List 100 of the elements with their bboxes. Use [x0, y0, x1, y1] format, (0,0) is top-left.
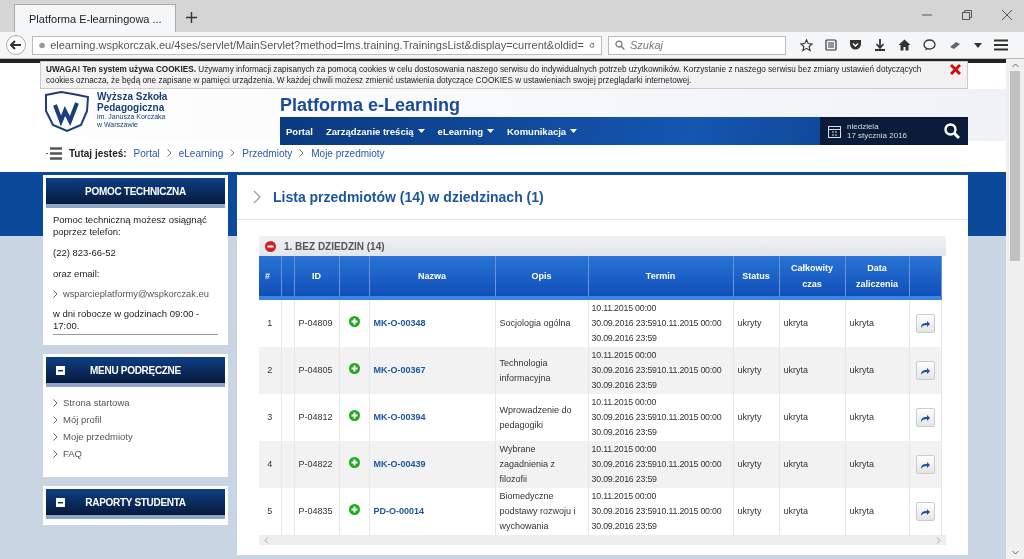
column-header: Status: [733, 256, 779, 298]
table-cell: 10.11.2015 00:00 30.09.2016 23:5910.11.2015 00:00 30.09.2016 23:59: [588, 441, 733, 488]
add-icon[interactable]: [348, 503, 360, 515]
search-field[interactable]: Szukaj: [608, 35, 786, 55]
chat-icon[interactable]: [923, 39, 936, 51]
restore-icon[interactable]: [962, 10, 972, 20]
nav-menu-item[interactable]: Portal: [286, 125, 313, 137]
table-cell: 10.11.2015 00:00 30.09.2016 23:5910.11.2015 00:00 30.09.2016 23:59: [588, 347, 733, 394]
close-icon[interactable]: [950, 64, 961, 75]
add-icon[interactable]: [348, 362, 360, 374]
table-cell: 2: [259, 347, 281, 394]
pocket-icon[interactable]: [849, 39, 862, 51]
chevron-icon: [299, 149, 305, 157]
download-icon[interactable]: [874, 39, 886, 51]
arrow-icon: [920, 413, 930, 422]
search-input[interactable]: Szukaj: [629, 39, 779, 51]
column-header: Nazwa: [369, 256, 495, 298]
add-icon[interactable]: [348, 456, 360, 468]
menu-icon[interactable]: [994, 39, 1008, 51]
table-cell: Technologia informacyjna: [495, 347, 588, 394]
breadcrumb-link[interactable]: Moje przedmioty: [311, 147, 385, 159]
nav-menu-item[interactable]: Komunikacja: [507, 125, 578, 137]
table-cell: ukryta: [845, 347, 909, 394]
column-header: #: [259, 256, 281, 298]
chevron-icon: [53, 290, 58, 298]
vertical-scrollbar[interactable]: [1006, 59, 1024, 559]
help-text: oraz email:: [53, 268, 101, 280]
reading-list-icon[interactable]: [825, 39, 837, 51]
table-cell: ukryty: [733, 441, 779, 488]
panel-title: RAPORTY STUDENTA: [85, 496, 186, 508]
logo-icon: [43, 91, 91, 133]
close-icon[interactable]: [1002, 10, 1012, 20]
star-icon[interactable]: [800, 38, 813, 52]
new-tab-icon[interactable]: [186, 12, 197, 23]
collapse-icon[interactable]: [56, 366, 65, 375]
sidebar-link[interactable]: Mój profil: [63, 414, 102, 425]
open-button[interactable]: [915, 502, 935, 521]
course-link[interactable]: MK-O-00367: [373, 365, 426, 375]
back-icon[interactable]: [6, 35, 26, 55]
open-button[interactable]: [915, 361, 935, 380]
breadcrumb-link[interactable]: Przedmioty: [242, 147, 293, 159]
tab-title: Platforma E-learningowa ...: [29, 12, 162, 25]
sidebar-link[interactable]: Strona startowa: [63, 397, 130, 408]
sidebar-link[interactable]: Moje przedmioty: [63, 431, 133, 442]
nav-menu-item[interactable]: eLearning: [437, 125, 494, 137]
add-icon[interactable]: [348, 409, 360, 421]
breadcrumb-link[interactable]: eLearning: [178, 147, 224, 159]
logo-text: Pedagogiczna: [97, 102, 165, 113]
column-header: Termin: [588, 256, 733, 298]
sidebar-link[interactable]: FAQ: [63, 448, 82, 459]
help-text: w dni robocze w godzinach 09:00 - 17:00.: [53, 308, 201, 332]
search-icon[interactable]: [944, 123, 960, 139]
course-link[interactable]: MK-O-00348: [373, 318, 426, 328]
group-title: 1. BEZ DZIEDZIN (14): [284, 240, 385, 252]
table-cell: ukryty: [733, 347, 779, 394]
column-header: Całkowity czas: [779, 256, 845, 298]
table-cell: 4: [259, 441, 281, 488]
sidebar-link[interactable]: wsparcieplatformy@wspkorczak.eu: [63, 289, 209, 299]
open-button[interactable]: [915, 455, 935, 474]
chevron-icon: [230, 149, 236, 157]
cookie-notice-text: UWAGA! Ten system używa COOKIES. Używamy informacji zapisanych za pomocą cookies w celu dostosowania naszego serwisu do indywidualnych potrzeb użytkowników. Korzystanie z naszego serwisu bez zmiany ustawień dotyczących cookies oznacza, że będą one zapisane w pamięci urządzenia. W każdej chwili możesz zmienić ustawienia dotyczące COOKIES w ustawieniach swojej przeglądarki internetowej.: [46, 64, 923, 86]
table-cell: ukryta: [845, 441, 909, 488]
table-cell: ukryta: [779, 347, 845, 394]
nav-menu-item[interactable]: Zarządzanie treścią: [325, 125, 425, 137]
help-text: (22) 823-66-52: [53, 247, 117, 259]
table-cell: Wybrane zagadnienia z filozofii: [495, 441, 588, 488]
open-button[interactable]: [915, 314, 935, 333]
chevron-icon: [166, 149, 172, 157]
list-icon: [46, 146, 62, 160]
course-link[interactable]: PD-O-00014: [373, 506, 425, 516]
panel-title: POMOC TECHNICZNA: [85, 185, 186, 197]
collapse-icon[interactable]: [56, 498, 65, 507]
table-cell: ukryta: [779, 441, 845, 488]
table-cell: P-04805: [294, 347, 339, 394]
column-header: Data zaliczenia: [845, 256, 909, 298]
arrow-icon: [920, 366, 930, 375]
caret-icon: [417, 129, 425, 133]
dropdown-icon[interactable]: [974, 42, 982, 48]
home-icon[interactable]: [898, 39, 911, 51]
column-header: ID: [294, 256, 339, 298]
page-title: Lista przedmiotów (14) w dziedzinach (1): [273, 189, 544, 205]
logo-text: Wyższa Szkoła: [97, 91, 168, 102]
scrollbar-thumb[interactable]: [1010, 71, 1020, 261]
add-icon[interactable]: [348, 315, 360, 327]
open-button[interactable]: [915, 408, 935, 427]
help-text: Pomoc techniczną możesz osiągnąć poprzez telefon:: [53, 214, 208, 238]
column-header: Opis: [495, 256, 588, 298]
arrow-icon: [920, 460, 930, 469]
panel-title: MENU PODRĘCZNE: [90, 364, 181, 376]
caret-icon: [570, 129, 578, 133]
search-icon: [615, 40, 625, 50]
course-link[interactable]: MK-O-00394: [373, 412, 426, 422]
course-link[interactable]: MK-O-00439: [373, 459, 426, 469]
table-cell: P-04822: [294, 441, 339, 488]
breadcrumb-link[interactable]: Portal: [133, 147, 160, 159]
browser-tab[interactable]: Platforma E-learningowa ...: [14, 4, 176, 32]
day-text: niedziela: [847, 122, 880, 131]
address-bar[interactable]: elearning.wspkorczak.eu/4ses/servlet/MainServlet?method=lms.training.TrainingsList&display=current&oldid=: [32, 35, 602, 55]
date-text: 17 stycznia 2016: [847, 131, 909, 140]
caret-icon: [487, 129, 494, 133]
